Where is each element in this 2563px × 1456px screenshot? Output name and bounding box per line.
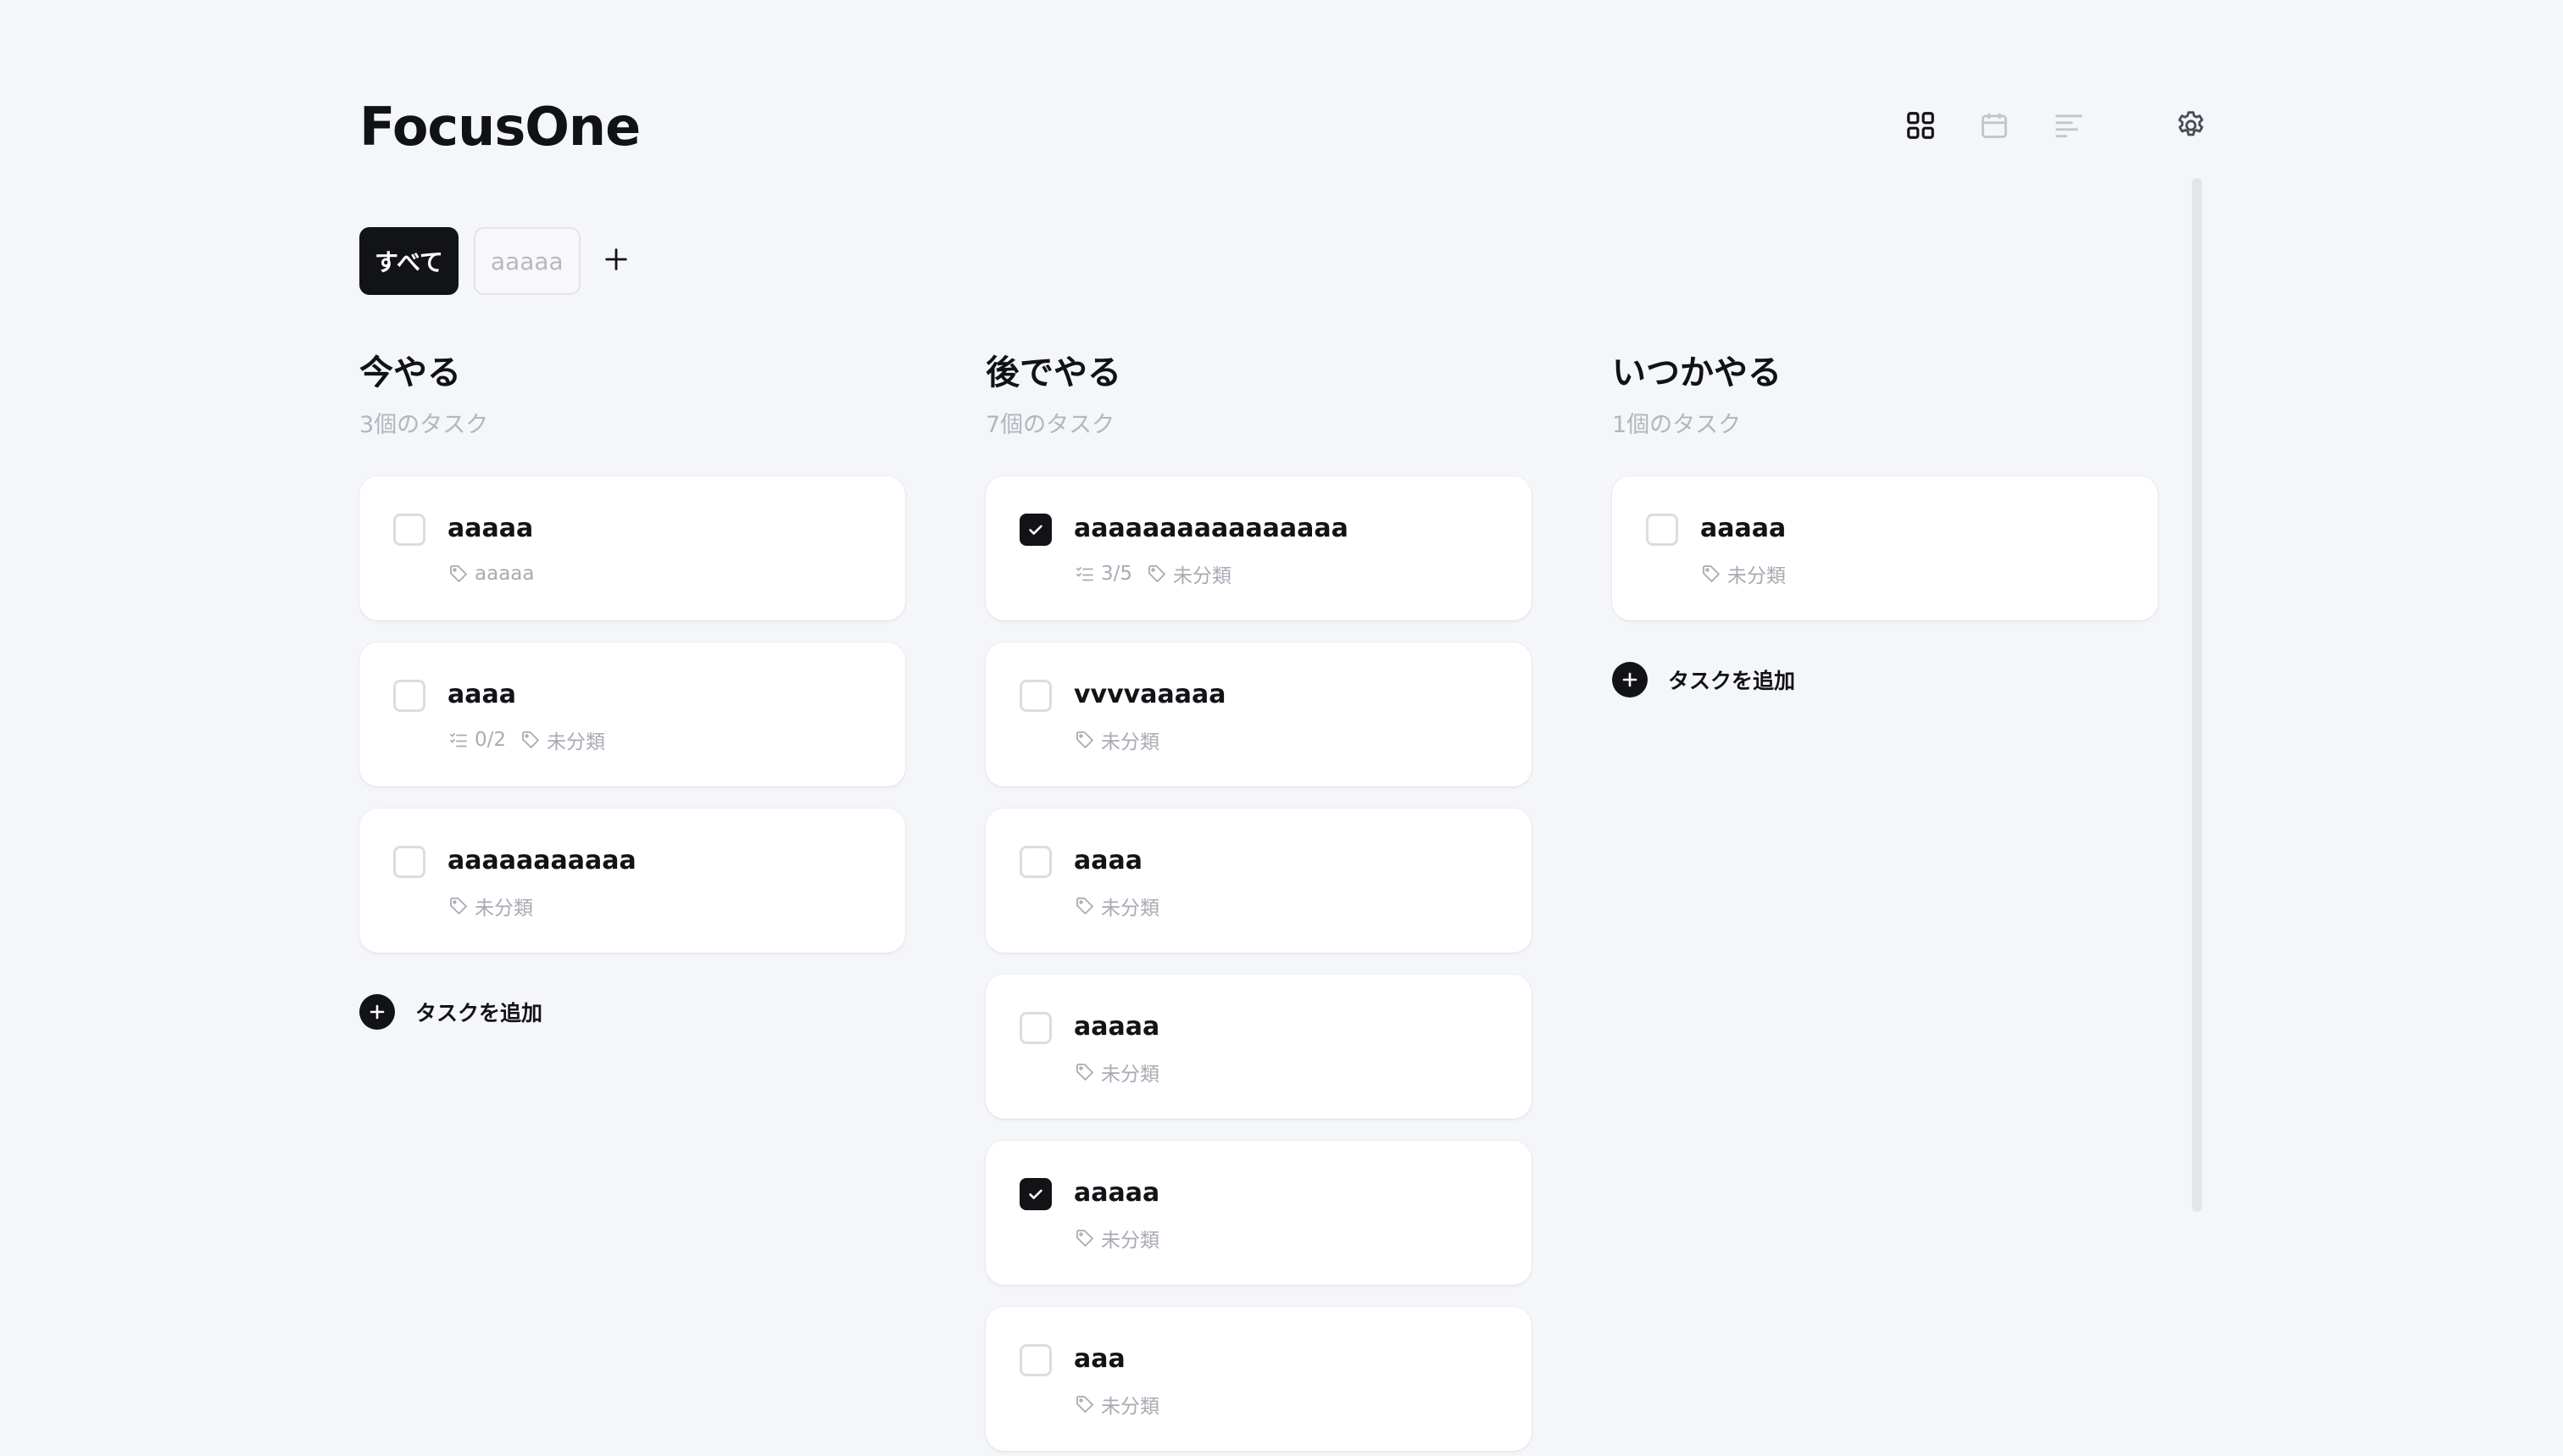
- task-subtask-progress: 3/5: [1101, 563, 1133, 585]
- task-checkbox[interactable]: [1646, 514, 1678, 546]
- tag-icon: [448, 895, 470, 917]
- column-title: いつかやる: [1612, 353, 1782, 392]
- task-tag: 未分類: [1101, 1230, 1159, 1252]
- task-meta: 0/2 未分類: [448, 725, 619, 754]
- tag-icon: [1074, 1061, 1096, 1083]
- task-title: aaaaa: [448, 514, 534, 543]
- task-checkbox[interactable]: [1020, 1344, 1052, 1376]
- plus-icon: [602, 245, 631, 277]
- task-title: vvvvaaaaa: [1074, 680, 1226, 709]
- task-tag: 未分類: [1727, 565, 1786, 587]
- task-subtask-progress: 0/2: [475, 729, 507, 751]
- tag-icon: [520, 729, 542, 751]
- task-title: aaaaa: [1074, 1012, 1160, 1042]
- task-tag: 未分類: [1101, 1396, 1159, 1418]
- scrollbar[interactable]: [2192, 178, 2202, 1212]
- task-meta: 未分類: [448, 892, 547, 920]
- add-task-label: タスクを追加: [1668, 669, 1796, 693]
- column-task-count: 3個のタスク: [359, 412, 489, 438]
- checklist-icon: [1074, 563, 1096, 585]
- column-task-count: 7個のタスク: [986, 412, 1115, 438]
- add-task-button[interactable]: タスクを追加: [1612, 661, 1795, 698]
- task-tag: 未分類: [1101, 731, 1159, 753]
- task-checkbox[interactable]: [1020, 1012, 1052, 1044]
- tag-icon: [1146, 563, 1168, 585]
- tab-aaaaa[interactable]: aaaaa: [473, 227, 581, 295]
- task-tag: 未分類: [547, 731, 606, 753]
- task-title: aaaaa: [1700, 514, 1787, 543]
- task-title: aaaa: [448, 680, 516, 709]
- task-checkbox[interactable]: [1020, 1178, 1052, 1210]
- task-checkbox[interactable]: [1020, 846, 1052, 878]
- gear-icon: [2174, 108, 2208, 142]
- plus-circle-icon: [1612, 662, 1648, 697]
- task-title: aaaaa: [1074, 1178, 1160, 1208]
- tag-icon: [1700, 563, 1722, 585]
- category-tabs: すべて aaaaa: [359, 227, 637, 295]
- tag-icon: [448, 563, 470, 585]
- add-task-label: タスクを追加: [415, 1001, 543, 1025]
- task-title: aaaaaaaaaaaaaaaa: [1074, 514, 1348, 543]
- task-checkbox[interactable]: [393, 514, 425, 546]
- task-meta: 3/5 未分類: [1074, 559, 1245, 588]
- task-title: aaaa: [1074, 846, 1143, 875]
- calendar-icon: [1978, 109, 2010, 142]
- task-tag: 未分類: [1173, 565, 1232, 587]
- grid-view-button[interactable]: [1899, 103, 1943, 147]
- grid-icon: [1904, 109, 1937, 142]
- column-task-count: 1個のタスク: [1612, 412, 1742, 438]
- tab-all[interactable]: すべて: [359, 227, 459, 295]
- task-card[interactable]: aaaa 未分類: [986, 809, 1532, 953]
- column-someday: いつかやる 1個のタスク aaaaa 未分類 タスクを追加: [1612, 347, 2158, 697]
- settings-button[interactable]: [2169, 103, 2213, 147]
- tag-icon: [1074, 895, 1096, 917]
- task-card[interactable]: vvvvaaaaa 未分類: [986, 642, 1532, 786]
- task-card[interactable]: aaaaa 未分類: [986, 1141, 1532, 1285]
- task-card[interactable]: aaaaa 未分類: [986, 975, 1532, 1119]
- tag-icon: [1074, 729, 1096, 751]
- task-card[interactable]: aaaaaaaaaaaaaaaa 3/5 未分類: [986, 476, 1532, 620]
- task-tag: 未分類: [475, 897, 533, 920]
- task-card[interactable]: aaa 未分類: [986, 1307, 1532, 1451]
- add-task-button[interactable]: タスクを追加: [359, 993, 542, 1031]
- task-checkbox[interactable]: [1020, 680, 1052, 712]
- plus-circle-icon: [359, 994, 395, 1030]
- task-checkbox[interactable]: [393, 680, 425, 712]
- task-tag: aaaaa: [475, 563, 535, 585]
- task-card[interactable]: aaaa 0/2 未分類: [359, 642, 905, 786]
- task-meta: aaaaa: [448, 559, 548, 588]
- check-icon: [1029, 1189, 1042, 1199]
- column-title: 後でやる: [986, 353, 1121, 392]
- check-icon: [1029, 525, 1042, 535]
- checklist-icon: [448, 729, 470, 751]
- task-card[interactable]: aaaaa 未分類: [1612, 476, 2158, 620]
- task-meta: 未分類: [1700, 559, 1799, 588]
- task-checkbox[interactable]: [1020, 514, 1052, 546]
- calendar-view-button[interactable]: [1972, 103, 2016, 147]
- add-tab-button[interactable]: [596, 241, 637, 281]
- task-meta: 未分類: [1074, 892, 1173, 920]
- task-tag: 未分類: [1101, 1064, 1159, 1086]
- task-title: aaaaaaaaaaa: [448, 846, 637, 875]
- tag-icon: [1074, 1393, 1096, 1415]
- column-later: 後でやる 7個のタスク aaaaaaaaaaaaaaaa 3/5 未分類 vvv…: [986, 347, 1532, 1451]
- view-toolbar: [1899, 103, 2238, 147]
- task-checkbox[interactable]: [393, 846, 425, 878]
- column-title: 今やる: [359, 353, 461, 392]
- app-title: FocusOne: [359, 96, 641, 158]
- task-tag: 未分類: [1101, 897, 1159, 920]
- task-card[interactable]: aaaaa aaaaa: [359, 476, 905, 620]
- timeline-view-button[interactable]: [2047, 103, 2091, 147]
- task-meta: 未分類: [1074, 1224, 1173, 1253]
- task-meta: 未分類: [1074, 725, 1173, 754]
- task-title: aaa: [1074, 1344, 1126, 1374]
- tag-icon: [1074, 1227, 1096, 1249]
- app-window: FocusOne すべて aaaaa 今やる 3個のタスク aaaaa aaaa…: [0, 0, 2563, 1456]
- column-now: 今やる 3個のタスク aaaaa aaaaa aaaa 0/2 未分類 aaaa…: [359, 347, 905, 1030]
- task-card[interactable]: aaaaaaaaaaa 未分類: [359, 809, 905, 953]
- task-meta: 未分類: [1074, 1390, 1173, 1419]
- timeline-icon: [2052, 109, 2086, 142]
- task-meta: 未分類: [1074, 1058, 1173, 1086]
